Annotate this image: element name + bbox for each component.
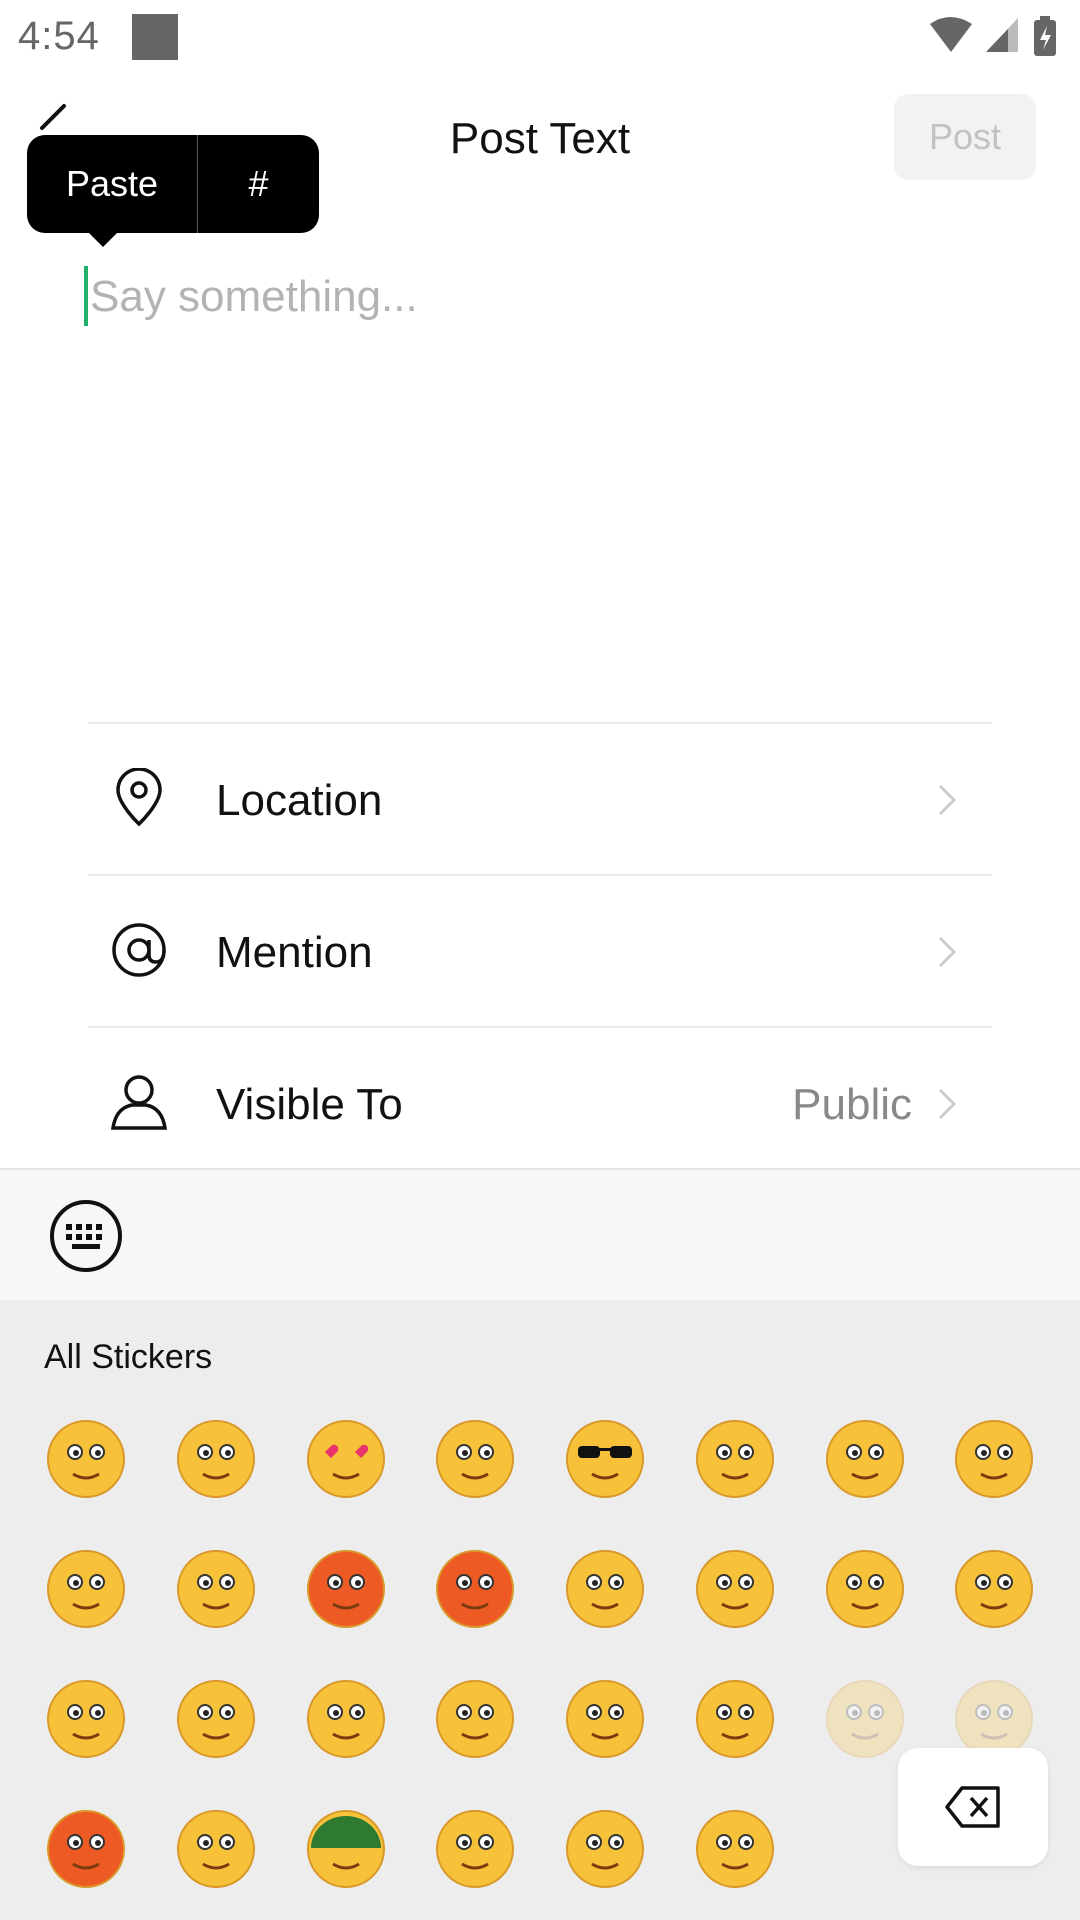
furious-sticker[interactable] (434, 1548, 516, 1630)
sad-sticker[interactable] (953, 1548, 1035, 1630)
heart-eyes-sticker[interactable] (305, 1418, 387, 1500)
hand-over-mouth-sticker[interactable] (434, 1678, 516, 1760)
chevron-right-icon (938, 784, 957, 816)
tears-sticker[interactable] (175, 1548, 257, 1630)
mention-label: Mention (216, 928, 373, 977)
backspace-button[interactable] (898, 1748, 1048, 1866)
hashtag-option[interactable]: # (198, 135, 319, 233)
mouth-crossed-sticker[interactable] (953, 1418, 1035, 1500)
visibility-label: Visible To (216, 1080, 403, 1129)
location-label: Location (216, 776, 383, 825)
crying-angry-sticker[interactable] (434, 1808, 516, 1890)
grin-sticker[interactable] (694, 1548, 776, 1630)
post-text-input[interactable]: Say something... (84, 262, 984, 332)
visibility-value: Public (792, 1080, 912, 1129)
mention-option[interactable]: Mention (88, 874, 992, 1026)
smile-sticker[interactable] (45, 1418, 127, 1500)
backspace-icon (945, 1786, 1000, 1828)
frown-sticker[interactable] (434, 1418, 516, 1500)
post-placeholder: Say something... (90, 272, 418, 321)
sleepy-sticker[interactable] (45, 1548, 127, 1630)
worried-sticker[interactable] (175, 1418, 257, 1500)
wifi-icon (930, 17, 972, 52)
post-button[interactable]: Post (894, 94, 1036, 180)
person-icon (110, 1075, 168, 1130)
at-sign-icon (112, 923, 166, 977)
notification-icon (132, 14, 178, 60)
nauseous-sticker[interactable] (305, 1678, 387, 1760)
location-option[interactable]: Location (88, 722, 992, 874)
crying-sticker[interactable] (694, 1418, 776, 1500)
confused-question-sticker[interactable] (564, 1808, 646, 1890)
input-toolbar (0, 1168, 1080, 1302)
smirk-sticker[interactable] (564, 1678, 646, 1760)
paste-option[interactable]: Paste (27, 135, 197, 233)
shocked-sticker[interactable] (824, 1548, 906, 1630)
location-pin-icon (116, 768, 162, 827)
post-options: Location Mention Visible To Public (88, 722, 992, 1178)
keyboard-icon[interactable] (48, 1198, 124, 1274)
sticker-panel-title: All Stickers (44, 1338, 213, 1376)
wink-tongue-sticker[interactable] (564, 1548, 646, 1630)
sunglasses-sticker[interactable] (564, 1418, 646, 1500)
status-icons (928, 14, 1060, 58)
text-caret (84, 266, 88, 326)
battery-icon (1034, 16, 1056, 56)
rolling-eyes-sticker[interactable] (824, 1678, 906, 1760)
big-grin-sticker[interactable] (175, 1808, 257, 1890)
blush-sticker[interactable] (824, 1418, 906, 1500)
blushing-worried-sticker[interactable] (45, 1678, 127, 1760)
chevron-right-icon (938, 1088, 957, 1120)
status-bar: 4:54 (0, 0, 1080, 76)
status-time: 4:54 (18, 14, 100, 58)
angry-sweat-sticker[interactable] (305, 1548, 387, 1630)
surprised-sticker[interactable] (694, 1678, 776, 1760)
helmet-sticker[interactable] (305, 1808, 387, 1890)
visibility-option[interactable]: Visible To Public (88, 1026, 992, 1178)
paste-popup: Paste # (27, 135, 319, 247)
laughing-sticker[interactable] (175, 1678, 257, 1760)
shush-sticker[interactable] (694, 1808, 776, 1890)
scared-sweat-sticker[interactable] (45, 1808, 127, 1890)
chevron-right-icon (938, 936, 957, 968)
